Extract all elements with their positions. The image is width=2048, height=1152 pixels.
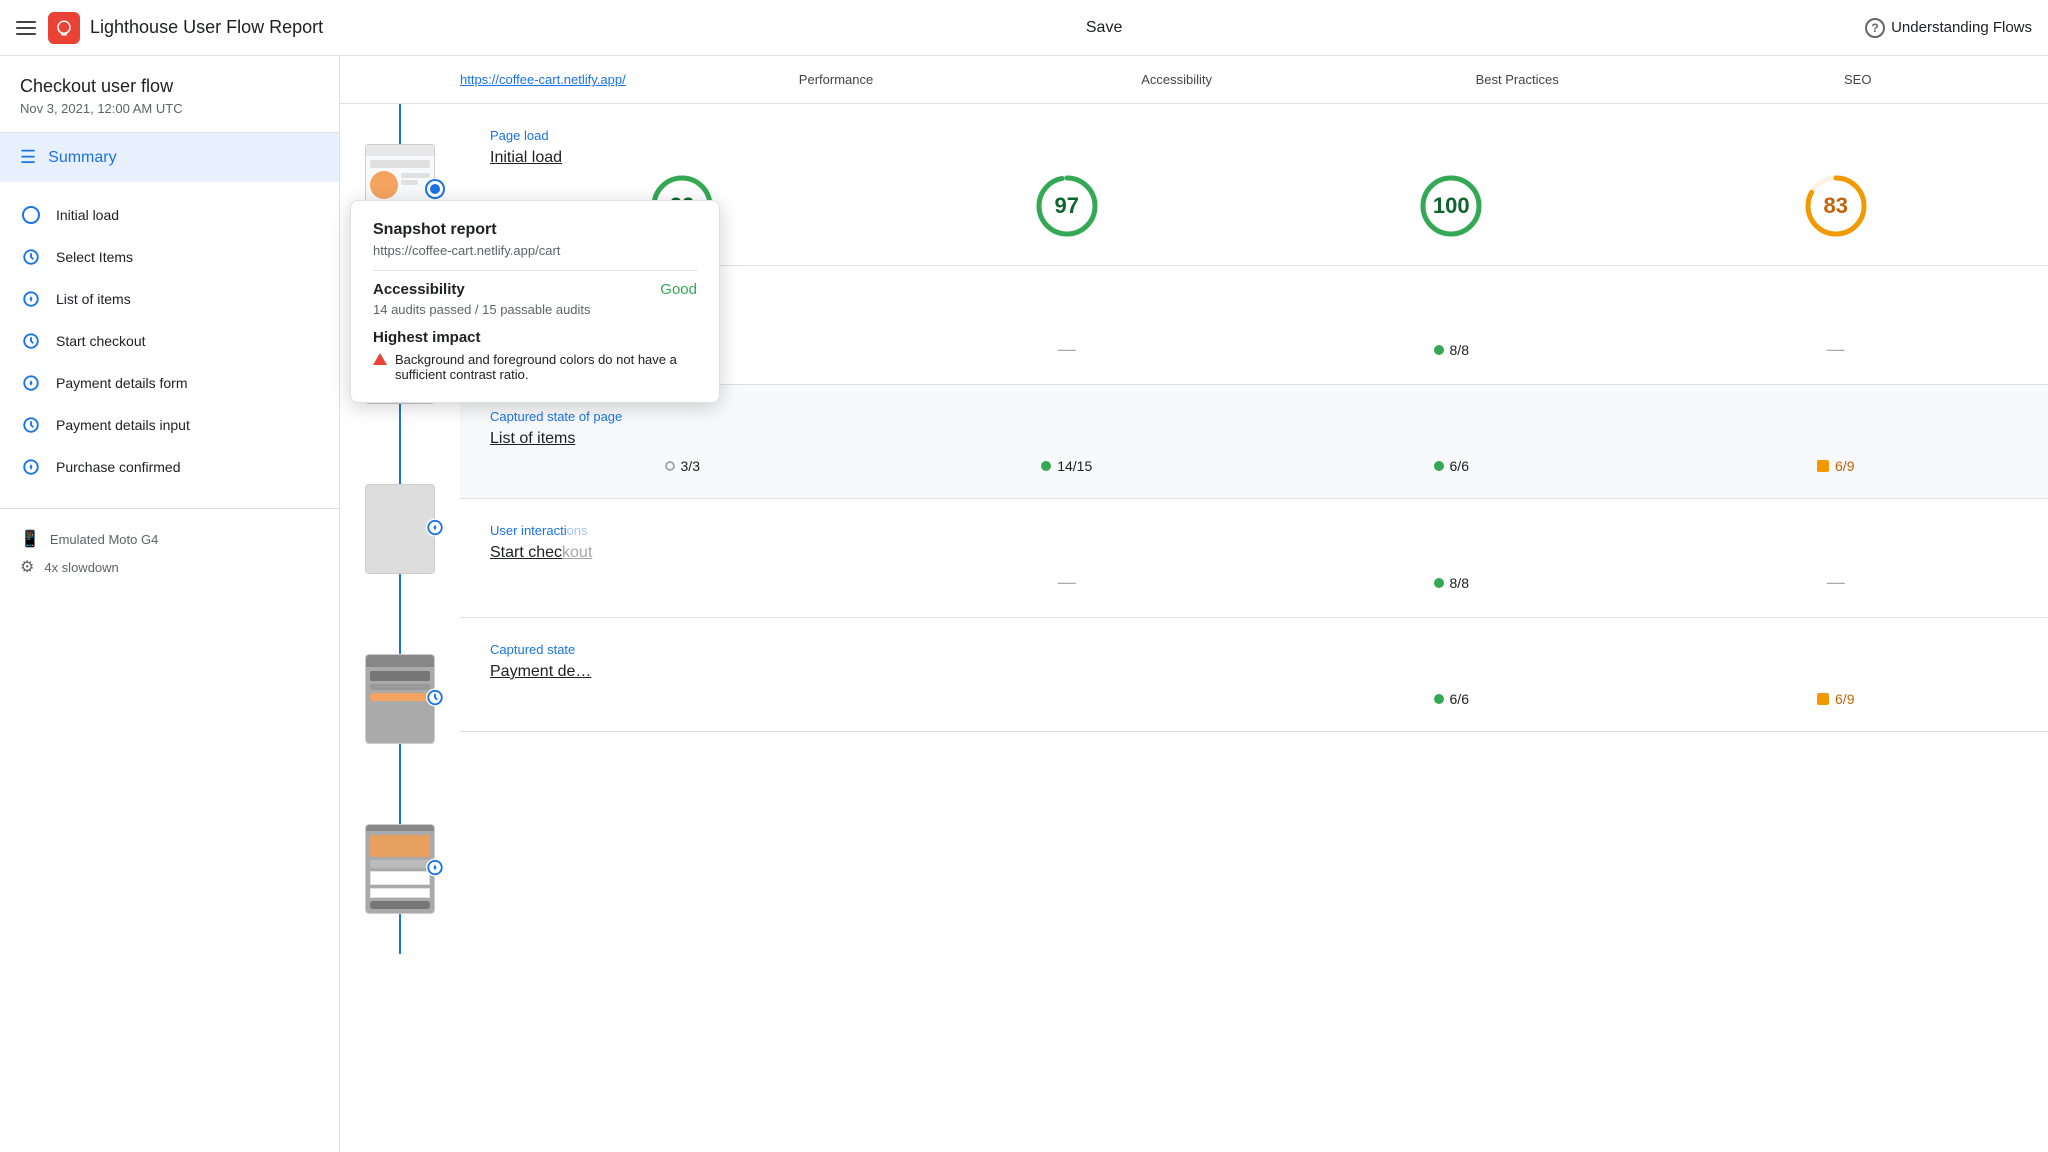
flow-item-label: Payment details form bbox=[56, 375, 188, 391]
flow-item-label: Select Items bbox=[56, 249, 133, 265]
tooltip-popup: Snapshot report https://coffee-cart.netl… bbox=[350, 200, 720, 403]
section-type-select: User interactions bbox=[490, 290, 2028, 305]
section-name-select[interactable]: Select Items bbox=[490, 311, 2028, 329]
tooltip-title: Snapshot report bbox=[373, 221, 697, 239]
section-type-initial: Page load bbox=[490, 128, 2028, 143]
score-access-initial: 97 bbox=[875, 171, 1260, 241]
flow-date: Nov 3, 2021, 12:00 AM UTC bbox=[20, 101, 319, 116]
summary-label: Summary bbox=[48, 149, 116, 167]
list-icon: ☰ bbox=[20, 147, 36, 168]
flow-item-label: Purchase confirmed bbox=[56, 459, 181, 475]
site-url[interactable]: https://coffee-cart.netlify.app/ bbox=[460, 72, 626, 87]
score-access-select: — bbox=[875, 339, 1260, 360]
device-info: 📱 Emulated Moto G4 bbox=[20, 525, 319, 553]
score-best-initial: 100 bbox=[1259, 171, 1644, 241]
thumb-payment-details bbox=[340, 784, 460, 954]
sidebar-item-select-items[interactable]: Select Items bbox=[0, 236, 339, 278]
tooltip-accessibility-value: Good bbox=[660, 281, 697, 298]
tooltip-impact-item: Background and foreground colors do not … bbox=[373, 352, 697, 382]
score-best-payment: 6/6 bbox=[1259, 691, 1644, 707]
flow-title: Checkout user flow bbox=[20, 76, 319, 97]
flow-item-label: List of items bbox=[56, 291, 131, 307]
sidebar-item-initial-load[interactable]: Initial load bbox=[0, 194, 339, 236]
circle-icon bbox=[20, 204, 42, 226]
score-best-list: 6/6 bbox=[1259, 458, 1644, 474]
device-label: Emulated Moto G4 bbox=[50, 532, 158, 547]
score-best-select: 8/8 bbox=[1259, 342, 1644, 358]
slowdown-info: ⚙ 4x slowdown bbox=[20, 553, 319, 581]
sidebar-item-start-checkout[interactable]: Start checkout bbox=[0, 320, 339, 362]
section-type-start: User interactions bbox=[490, 523, 2028, 538]
score-num-best: 100 bbox=[1433, 193, 1470, 219]
snapshot-icon bbox=[20, 372, 42, 394]
section-name-start[interactable]: Start checkout bbox=[490, 544, 2028, 562]
understanding-flows-link[interactable]: ? Understanding Flows bbox=[1865, 18, 2032, 38]
score-access-start: — bbox=[875, 572, 1260, 593]
section-type-payment: Captured state bbox=[490, 642, 2028, 657]
scores-row-initial: 99 97 bbox=[490, 171, 2028, 241]
sidebar-bottom: 📱 Emulated Moto G4 ⚙ 4x slowdown bbox=[0, 508, 339, 597]
score-seo-payment: 6/9 bbox=[1644, 691, 2029, 707]
score-access-list: 14/15 bbox=[875, 458, 1260, 474]
snapshot-icon bbox=[20, 288, 42, 310]
section-payment-details: Captured state Payment de… 6/6 6/9 bbox=[460, 618, 2048, 732]
col-performance: Performance bbox=[666, 72, 1007, 87]
score-perf-list: 3/3 bbox=[490, 458, 875, 474]
flow-list: Initial load Select Items List of items bbox=[0, 182, 339, 500]
snapshot-icon bbox=[20, 456, 42, 478]
help-icon: ? bbox=[1865, 18, 1885, 38]
clock-icon bbox=[20, 246, 42, 268]
col-seo: SEO bbox=[1687, 72, 2028, 87]
score-num-seo: 83 bbox=[1824, 193, 1848, 219]
sidebar-item-payment-form[interactable]: Payment details form bbox=[0, 362, 339, 404]
section-name-list[interactable]: List of items bbox=[490, 430, 2028, 448]
thumb-start-checkout bbox=[340, 614, 460, 784]
flow-item-label: Start checkout bbox=[56, 333, 146, 349]
section-type-list: Captured state of page bbox=[490, 409, 2028, 424]
tooltip-url: https://coffee-cart.netlify.app/cart bbox=[373, 243, 697, 258]
flow-item-label: Payment details input bbox=[56, 417, 190, 433]
clock-icon bbox=[20, 414, 42, 436]
thumb-list-of-items bbox=[340, 444, 460, 614]
section-start-checkout: User interactions Start checkout — 8/8 bbox=[460, 499, 2048, 618]
hamburger-menu[interactable] bbox=[16, 21, 36, 35]
score-seo-initial: 83 bbox=[1644, 171, 2029, 241]
sidebar-item-payment-input[interactable]: Payment details input bbox=[0, 404, 339, 446]
app-logo bbox=[48, 12, 80, 44]
tooltip-accessibility-label: Accessibility bbox=[373, 281, 465, 298]
app-title: Lighthouse User Flow Report bbox=[90, 17, 323, 38]
timeline-dot-initial bbox=[427, 181, 443, 197]
slowdown-icon: ⚙ bbox=[20, 557, 34, 577]
section-name-payment[interactable]: Payment de… bbox=[490, 663, 2028, 681]
score-best-start: 8/8 bbox=[1259, 575, 1644, 591]
slowdown-label: 4x slowdown bbox=[44, 560, 118, 575]
score-seo-select: — bbox=[1644, 339, 2029, 360]
sidebar-item-summary[interactable]: ☰ Summary bbox=[0, 133, 339, 182]
sidebar-item-list-of-items[interactable]: List of items bbox=[0, 278, 339, 320]
col-best-practices: Best Practices bbox=[1347, 72, 1688, 87]
score-seo-list: 6/9 bbox=[1644, 458, 2029, 474]
sidebar-header: Checkout user flow Nov 3, 2021, 12:00 AM… bbox=[0, 76, 339, 132]
tooltip-accessibility-row: Accessibility Good bbox=[373, 281, 697, 298]
column-header-bar: https://coffee-cart.netlify.app/ Perform… bbox=[340, 56, 2048, 104]
sidebar: Checkout user flow Nov 3, 2021, 12:00 AM… bbox=[0, 56, 340, 1152]
col-headers: Performance Accessibility Best Practices… bbox=[666, 72, 2028, 87]
warning-icon bbox=[373, 353, 387, 365]
phone-icon: 📱 bbox=[20, 529, 40, 549]
tooltip-accessibility-desc: 14 audits passed / 15 passable audits bbox=[373, 302, 697, 317]
top-nav: Lighthouse User Flow Report Save ? Under… bbox=[0, 0, 2048, 56]
tooltip-impact-label: Highest impact bbox=[373, 329, 697, 346]
main-content: https://coffee-cart.netlify.app/ Perform… bbox=[340, 56, 2048, 1152]
col-accessibility: Accessibility bbox=[1006, 72, 1347, 87]
score-seo-start: — bbox=[1644, 572, 2029, 593]
save-button[interactable]: Save bbox=[1086, 19, 1122, 37]
flow-item-label: Initial load bbox=[56, 207, 119, 223]
clock-icon bbox=[20, 330, 42, 352]
sidebar-item-purchase-confirmed[interactable]: Purchase confirmed bbox=[0, 446, 339, 488]
tooltip-impact-text: Background and foreground colors do not … bbox=[395, 352, 697, 382]
section-name-initial[interactable]: Initial load bbox=[490, 149, 2028, 167]
score-num-access: 97 bbox=[1055, 193, 1079, 219]
